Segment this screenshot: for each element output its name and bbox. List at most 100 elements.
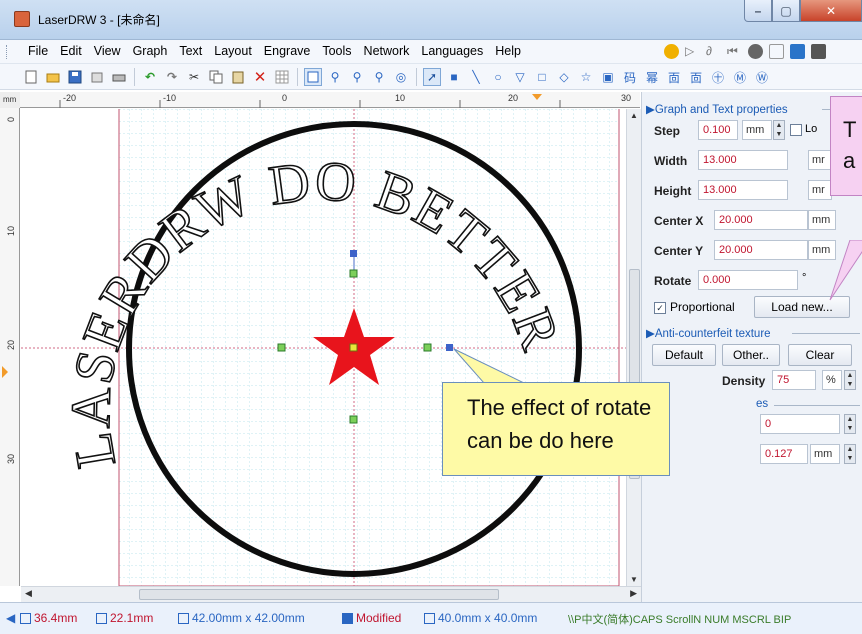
scroll-up-icon[interactable]: ▲ xyxy=(630,111,638,120)
menu-edit[interactable]: Edit xyxy=(54,44,88,58)
resize-handle-left[interactable] xyxy=(277,343,286,352)
centerx-unit[interactable]: mm xyxy=(808,210,836,230)
partial-spinner-1[interactable]: ▲ ▼ xyxy=(844,414,856,434)
centery-input[interactable]: 20.000 xyxy=(714,240,808,260)
horizontal-scroll-thumb[interactable] xyxy=(139,589,499,600)
lock-checkbox[interactable] xyxy=(790,124,802,136)
device-icon[interactable] xyxy=(790,44,805,59)
horizontal-scrollbar[interactable]: ◀ ▶ xyxy=(21,586,641,602)
menu-languages[interactable]: Languages xyxy=(415,44,489,58)
monitor-icon[interactable] xyxy=(811,44,826,59)
save-icon[interactable] xyxy=(66,68,84,86)
text-arc-tool-icon[interactable]: 靣 xyxy=(665,68,683,86)
play-icon[interactable]: ▷ xyxy=(685,44,700,59)
ellipse-tool-icon[interactable]: ○ xyxy=(489,68,507,86)
grid-toggle-icon[interactable] xyxy=(273,68,291,86)
rotate-handle-top[interactable] xyxy=(350,250,357,257)
close-button[interactable]: ✕ xyxy=(800,0,862,22)
default-button[interactable]: Default xyxy=(652,344,716,366)
star-tool-icon[interactable]: ☆ xyxy=(577,68,595,86)
ruler-v-tick: 30 xyxy=(6,454,16,464)
zoom-in-icon[interactable]: ⚲ xyxy=(348,68,366,86)
step-spinner[interactable]: ▲ ▼ xyxy=(773,120,785,140)
menu-view[interactable]: View xyxy=(88,44,127,58)
height-unit[interactable]: mr xyxy=(808,180,832,200)
stop-icon[interactable] xyxy=(748,44,763,59)
scroll-left-icon[interactable]: ◀ xyxy=(25,588,32,599)
menu-tools[interactable]: Tools xyxy=(316,44,357,58)
center-handle[interactable] xyxy=(349,343,358,352)
partial-input-2[interactable]: 0.127 xyxy=(760,444,808,464)
menu-file[interactable]: File xyxy=(22,44,54,58)
zoom-fit-icon[interactable]: ⚲ xyxy=(326,68,344,86)
pink-callout-line1: T xyxy=(843,117,857,142)
zoom-out-icon[interactable]: ⚲ xyxy=(370,68,388,86)
delete-icon[interactable]: ✕ xyxy=(251,68,269,86)
triangle-tool-icon[interactable]: ▽ xyxy=(511,68,529,86)
diamond-tool-icon[interactable]: ◇ xyxy=(555,68,573,86)
open-icon[interactable] xyxy=(44,68,62,86)
centerx-input[interactable]: 20.000 xyxy=(714,210,808,230)
width-unit[interactable]: mr xyxy=(808,150,832,170)
menu-graph[interactable]: Graph xyxy=(127,44,174,58)
step-unit-select[interactable]: mm xyxy=(742,120,772,140)
image-tool-icon[interactable]: ▣ xyxy=(599,68,617,86)
maximize-button[interactable]: ▢ xyxy=(772,0,800,22)
rotate-input[interactable]: 0.000 xyxy=(698,270,798,290)
w-stamp-tool-icon[interactable]: Ⓦ xyxy=(753,68,771,86)
rect-tool-icon[interactable]: □ xyxy=(533,68,551,86)
zoom-all-icon[interactable]: ◎ xyxy=(392,68,410,86)
new-icon[interactable] xyxy=(22,68,40,86)
menu-layout[interactable]: Layout xyxy=(208,44,258,58)
text-tool-icon[interactable]: 幂 xyxy=(643,68,661,86)
square-tool-icon[interactable]: ■ xyxy=(445,68,463,86)
height-input[interactable]: 13.000 xyxy=(698,180,788,200)
print-icon[interactable] xyxy=(110,68,128,86)
cut-icon[interactable]: ∂ xyxy=(706,44,721,59)
partial-input-1[interactable]: 0 xyxy=(760,414,840,434)
lock-label: Lo xyxy=(805,123,818,135)
scroll-right-icon[interactable]: ▶ xyxy=(630,588,637,599)
other-button[interactable]: Other.. xyxy=(722,344,780,366)
engrave-icon[interactable] xyxy=(664,44,679,59)
status-x-value: 36.4mm xyxy=(34,611,78,625)
vertical-scrollbar[interactable]: ▲ ▼ xyxy=(626,109,641,586)
width-input[interactable]: 13.000 xyxy=(698,150,788,170)
step-input[interactable]: 0.100 xyxy=(698,120,738,140)
proportional-label: Proportional xyxy=(670,300,735,314)
resize-handle-right[interactable] xyxy=(423,343,432,352)
line-tool-icon[interactable]: ╲ xyxy=(467,68,485,86)
partial-spinner-2[interactable]: ▲ ▼ xyxy=(844,444,856,464)
clear-button[interactable]: Clear xyxy=(788,344,852,366)
copy-icon[interactable] xyxy=(207,68,225,86)
undo-icon[interactable]: ↶ xyxy=(141,68,159,86)
menu-network[interactable]: Network xyxy=(358,44,416,58)
text-arc2-tool-icon[interactable]: 靣 xyxy=(687,68,705,86)
menu-help[interactable]: Help xyxy=(489,44,527,58)
barcode-tool-icon[interactable]: 码 xyxy=(621,68,639,86)
status-nav-left-icon[interactable]: ◀ xyxy=(6,611,15,625)
page-icon[interactable] xyxy=(304,68,322,86)
m-stamp-tool-icon[interactable]: Ⓜ xyxy=(731,68,749,86)
rewind-icon[interactable]: ⏮ xyxy=(727,44,742,59)
status-y: 22.1mm xyxy=(96,611,153,625)
import-icon[interactable] xyxy=(88,68,106,86)
stamp-tool-icon[interactable]: ㊉ xyxy=(709,68,727,86)
drawing-canvas[interactable]: LASERDRW DO BETTER FOR xyxy=(21,109,626,586)
cut-scissors-icon[interactable]: ✂ xyxy=(185,68,203,86)
grid-icon[interactable] xyxy=(769,44,784,59)
menu-text[interactable]: Text xyxy=(173,44,208,58)
resize-handle-top[interactable] xyxy=(349,269,358,278)
density-input[interactable]: 75 xyxy=(772,370,816,390)
resize-handle-bottom[interactable] xyxy=(349,415,358,424)
select-arrow-icon[interactable]: ➚ xyxy=(423,68,441,86)
ruler-h-tick: 20 xyxy=(508,93,518,103)
pink-callout: T a xyxy=(830,96,862,196)
scroll-down-icon[interactable]: ▼ xyxy=(630,575,638,584)
minimize-button[interactable]: – xyxy=(744,0,772,22)
paste-icon[interactable] xyxy=(229,68,247,86)
proportional-checkbox[interactable]: ✓ xyxy=(654,302,666,314)
redo-icon[interactable]: ↷ xyxy=(163,68,181,86)
density-spinner[interactable]: ▲ ▼ xyxy=(844,370,856,390)
menu-engrave[interactable]: Engrave xyxy=(258,44,317,58)
